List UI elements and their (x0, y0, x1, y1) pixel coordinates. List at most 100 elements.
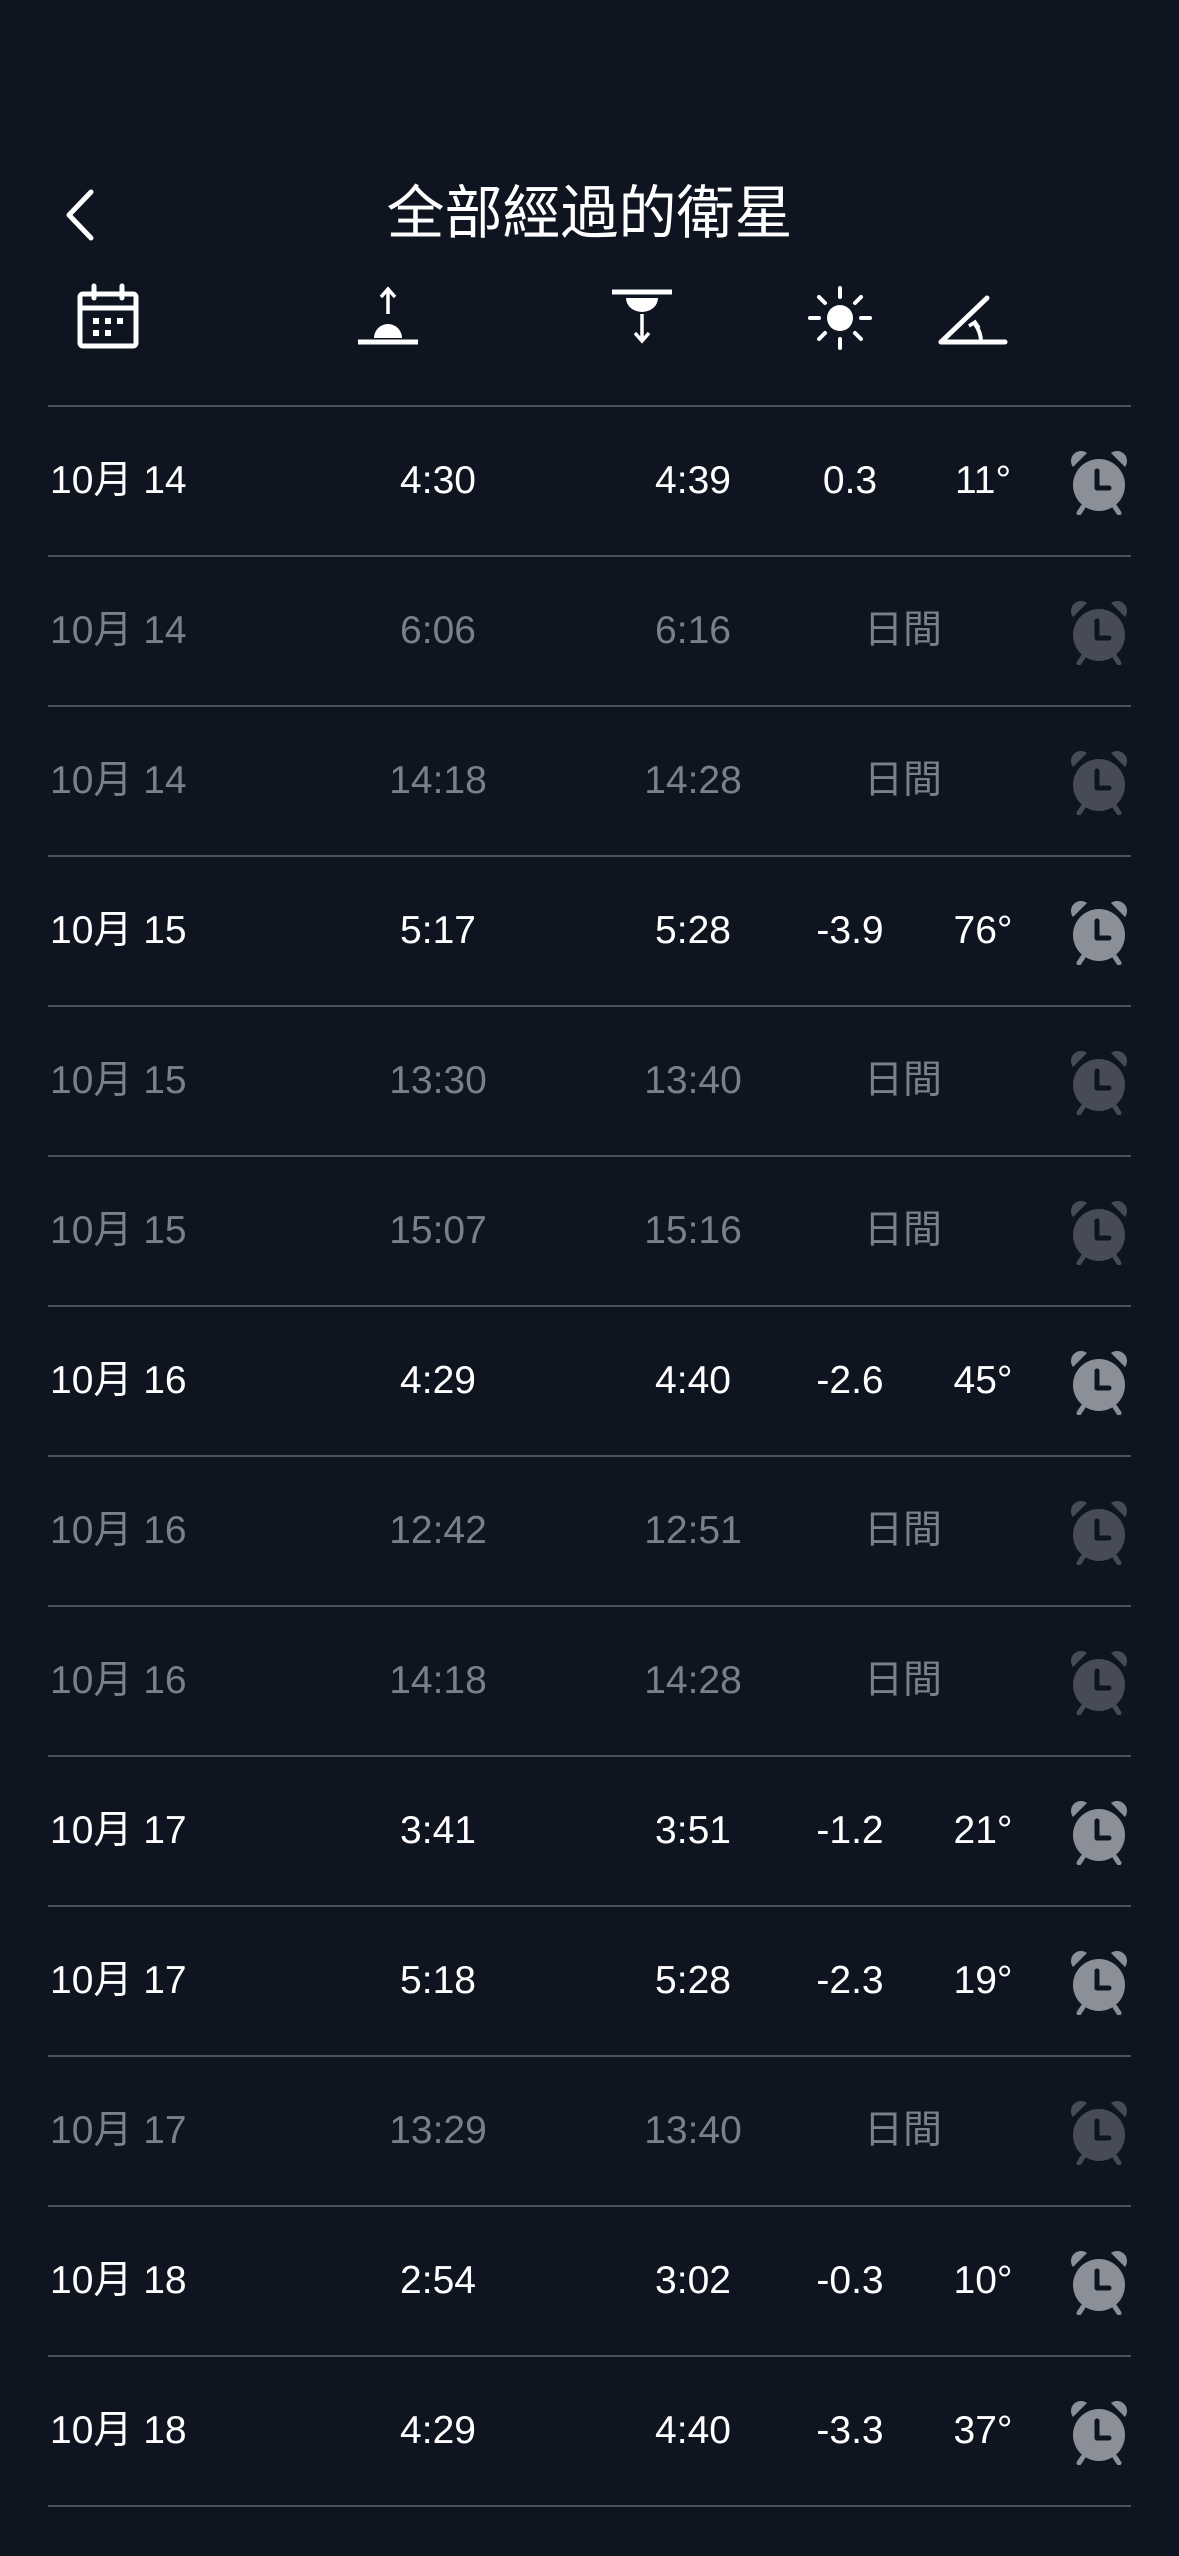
pass-row[interactable]: 10月 16 14:18 14:28 日間 (48, 1607, 1131, 1757)
pass-max-altitude: 19° (953, 1959, 1013, 2002)
pass-row[interactable]: 10月 16 12:42 12:51 日間 (48, 1457, 1131, 1607)
pass-row[interactable]: 10月 14 4:30 4:39 0.3 11° (48, 407, 1131, 557)
pass-daytime-label: 日間 (863, 1208, 942, 1253)
pass-set-time: 14:28 (644, 1659, 742, 1702)
pass-max-altitude: 37° (953, 2409, 1013, 2452)
alarm-clock-icon[interactable] (1067, 1347, 1131, 1416)
pass-daytime-label: 日間 (863, 1658, 942, 1703)
pass-set-time: 3:51 (655, 1809, 731, 1852)
page-title: 全部經過的衛星 (386, 179, 793, 247)
pass-rise-time: 4:30 (400, 459, 476, 502)
pass-set-time: 15:16 (644, 1209, 742, 1252)
alarm-clock-glyph (1071, 601, 1127, 666)
alarm-clock-glyph (1071, 751, 1127, 816)
pass-row[interactable]: 10月 15 13:30 13:40 日間 (48, 1007, 1131, 1157)
pass-set-time: 4:40 (655, 2409, 731, 2452)
pass-date: 10月 14 (50, 609, 187, 652)
pass-max-altitude: 10° (953, 2259, 1013, 2302)
alarm-clock-icon[interactable] (1067, 1497, 1131, 1566)
pass-daytime-label: 日間 (863, 1058, 942, 1103)
pass-set-time: 3:02 (655, 2259, 731, 2302)
pass-row[interactable]: 10月 15 5:17 5:28 -3.9 76° (48, 857, 1131, 1007)
alarm-clock-glyph (1071, 1051, 1127, 1116)
alarm-clock-icon[interactable] (1067, 1047, 1131, 1116)
pass-rise-time: 2:54 (400, 2259, 476, 2302)
pass-rise-time: 5:17 (400, 909, 476, 952)
alarm-clock-glyph (1071, 1801, 1127, 1866)
pass-row[interactable]: 10月 16 4:29 4:40 -2.6 45° (48, 1307, 1131, 1457)
rise-icon (348, 280, 428, 360)
alarm-clock-icon[interactable] (1067, 2247, 1131, 2316)
pass-set-time: 12:51 (644, 1509, 742, 1552)
column-header-row (0, 280, 1179, 360)
pass-row[interactable]: 10月 14 14:18 14:28 日間 (48, 707, 1131, 857)
pass-row[interactable]: 10月 15 15:07 15:16 日間 (48, 1157, 1131, 1307)
alarm-clock-glyph (1071, 1351, 1127, 1416)
pass-date: 10月 14 (50, 759, 187, 802)
pass-rise-time: 13:30 (389, 1059, 487, 1102)
altitude-angle-icon (935, 280, 1015, 360)
pass-rise-time: 15:07 (389, 1209, 487, 1252)
pass-date: 10月 14 (50, 459, 187, 502)
pass-magnitude: -2.3 (816, 1959, 884, 2002)
pass-max-altitude: 21° (953, 1809, 1013, 1852)
alarm-clock-glyph (1071, 2251, 1127, 2316)
pass-rise-time: 4:29 (400, 1359, 476, 1402)
alarm-clock-glyph (1071, 451, 1127, 516)
pass-magnitude: -2.6 (816, 1359, 884, 1402)
pass-max-altitude: 11° (954, 459, 1012, 502)
pass-rise-time: 12:42 (389, 1509, 487, 1552)
alarm-clock-glyph (1071, 1201, 1127, 1266)
pass-date: 10月 15 (50, 1209, 187, 1252)
pass-row[interactable]: 10月 18 2:54 3:02 -0.3 10° (48, 2207, 1131, 2357)
pass-date: 10月 16 (50, 1509, 187, 1552)
pass-magnitude: -1.2 (816, 1809, 884, 1852)
pass-date: 10月 16 (50, 1659, 187, 1702)
alarm-clock-icon[interactable] (1067, 1197, 1131, 1266)
pass-rise-time: 5:18 (400, 1959, 476, 2002)
alarm-clock-glyph (1071, 1651, 1127, 1716)
pass-set-time: 13:40 (644, 2109, 742, 2152)
pass-set-time: 6:16 (655, 609, 731, 652)
alarm-clock-glyph (1071, 2401, 1127, 2466)
pass-max-altitude: 76° (953, 909, 1013, 952)
alarm-clock-icon[interactable] (1067, 597, 1131, 666)
alarm-clock-icon[interactable] (1067, 747, 1131, 816)
alarm-clock-icon[interactable] (1067, 897, 1131, 966)
pass-set-time: 4:40 (655, 1359, 731, 1402)
pass-magnitude: -3.3 (816, 2409, 884, 2452)
alarm-clock-glyph (1071, 901, 1127, 966)
pass-magnitude: -3.9 (816, 909, 884, 952)
pass-daytime-label: 日間 (863, 758, 942, 803)
set-icon (602, 280, 682, 360)
pass-date: 10月 18 (50, 2259, 187, 2302)
pass-rise-time: 14:18 (389, 1659, 487, 1702)
passes-table: 10月 14 4:30 4:39 0.3 11° 10月 14 6:06 6:16 日間 10月 … (48, 405, 1131, 2507)
pass-row[interactable]: 10月 14 6:06 6:16 日間 (48, 557, 1131, 707)
pass-row[interactable]: 10月 17 5:18 5:28 -2.3 19° (48, 1907, 1131, 2057)
alarm-clock-glyph (1071, 1501, 1127, 1566)
pass-rise-time: 13:29 (389, 2109, 487, 2152)
alarm-clock-icon[interactable] (1067, 1947, 1131, 2016)
pass-date: 10月 15 (50, 1059, 187, 1102)
pass-set-time: 14:28 (644, 759, 742, 802)
pass-row[interactable]: 10月 18 4:29 4:40 -3.3 37° (48, 2357, 1131, 2507)
pass-set-time: 5:28 (655, 1959, 731, 2002)
pass-date: 10月 17 (50, 1809, 187, 1852)
pass-rise-time: 4:29 (400, 2409, 476, 2452)
pass-row[interactable]: 10月 17 3:41 3:51 -1.2 21° (48, 1757, 1131, 1907)
alarm-clock-icon[interactable] (1067, 1797, 1131, 1866)
pass-magnitude: -0.3 (816, 2259, 884, 2302)
pass-max-altitude: 45° (953, 1359, 1013, 1402)
pass-row[interactable]: 10月 17 13:29 13:40 日間 (48, 2057, 1131, 2207)
alarm-clock-icon[interactable] (1067, 2397, 1131, 2466)
alarm-clock-icon[interactable] (1067, 1647, 1131, 1716)
calendar-icon (68, 280, 148, 360)
alarm-clock-icon[interactable] (1067, 2097, 1131, 2166)
alarm-clock-icon[interactable] (1067, 447, 1131, 516)
pass-daytime-label: 日間 (863, 1508, 942, 1553)
pass-set-time: 4:39 (655, 459, 731, 502)
brightness-icon (800, 280, 880, 360)
pass-set-time: 13:40 (644, 1059, 742, 1102)
pass-date: 10月 15 (50, 909, 187, 952)
